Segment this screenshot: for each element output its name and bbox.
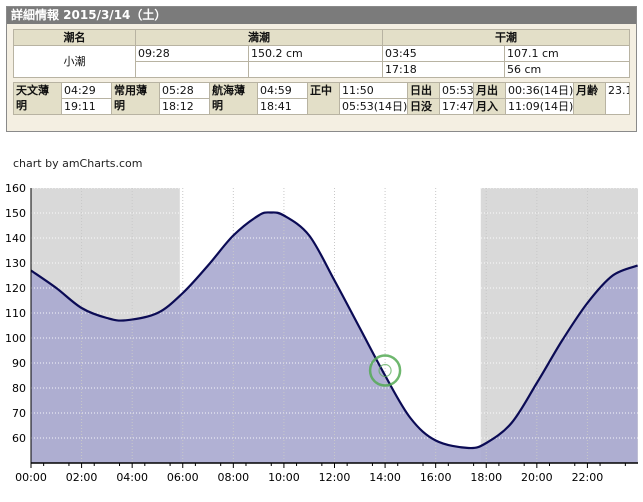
tide-header-row: 潮名 満潮 干潮 — [13, 29, 630, 46]
low-tide-time-2: 17:18 — [382, 61, 505, 78]
y-tick-label-90: 90 — [12, 357, 26, 370]
sunrise-value: 05:53 — [439, 82, 474, 99]
moonset-value: 11:09(14日) — [505, 98, 574, 115]
sunrise-label: 日出 — [407, 82, 440, 99]
civil-twilight-pm: 18:12 — [159, 98, 210, 115]
low-tide-header: 干潮 — [382, 29, 630, 46]
nautical-twilight-am: 04:59 — [257, 82, 308, 99]
moon-age-value: 23.1 — [605, 82, 630, 115]
low-tide-level-2: 56 cm — [504, 61, 630, 78]
sun-moon-table: 天文薄明 04:29 常用薄明 05:28 航海薄明 04:59 正中 11:5… — [13, 82, 630, 115]
x-tick-label-9: 18:00 — [470, 471, 502, 484]
civil-twilight-am: 05:28 — [159, 82, 210, 99]
high-tide-level-2 — [248, 61, 383, 78]
sunset-label: 日没 — [407, 98, 440, 115]
moonrise-label: 月出 — [473, 82, 506, 99]
y-tick-label-130: 130 — [5, 257, 26, 270]
astronomical-twilight-am: 04:29 — [61, 82, 112, 99]
x-tick-label-5: 10:00 — [268, 471, 300, 484]
y-tick-label-120: 120 — [5, 282, 26, 295]
x-tick-label-2: 04:00 — [116, 471, 148, 484]
x-tick-label-6: 12:00 — [319, 471, 351, 484]
y-tick-label-100: 100 — [5, 332, 26, 345]
tide-row-1: 小潮 09:28 150.2 cm 03:45 107.1 cm — [13, 45, 630, 78]
tide-chart: chart by amCharts.com 60 70 80 90 100 110 120 1… — [0, 148, 643, 502]
x-tick-label-11: 22:00 — [572, 471, 604, 484]
y-tick-label-160: 160 — [5, 182, 26, 195]
x-tick-label-10: 20:00 — [521, 471, 553, 484]
x-tick-label-4: 08:00 — [217, 471, 249, 484]
low-tide-level-1: 107.1 cm — [504, 45, 630, 62]
moonrise-value: 00:36(14日) — [505, 82, 574, 99]
y-tick-label-110: 110 — [5, 307, 26, 320]
tide-table: 潮名 満潮 干潮 小潮 09:28 150.2 cm 03:45 107.1 c… — [13, 29, 630, 78]
x-tick-label-3: 06:00 — [167, 471, 199, 484]
tide-chart-svg[interactable]: 60 70 80 90 100 110 120 130 140 150 160 00:00 02:00 0… — [0, 148, 643, 502]
y-tick-label-70: 70 — [12, 407, 26, 420]
moonset-label: 月入 — [473, 98, 506, 115]
astronomical-twilight-label: 天文薄明 — [13, 82, 62, 115]
sun-row-1: 天文薄明 04:29 常用薄明 05:28 航海薄明 04:59 正中 11:5… — [13, 82, 630, 115]
sun-transit-value: 11:50 — [339, 82, 408, 99]
x-tick-label-0: 00:00 — [15, 471, 47, 484]
moon-transit-value: 05:53(14日) — [339, 98, 408, 115]
y-tick-label-150: 150 — [5, 207, 26, 220]
panel-title: 詳細情報 2015/3/14（土） — [7, 7, 636, 24]
civil-twilight-label: 常用薄明 — [111, 82, 160, 115]
low-tide-time-1: 03:45 — [382, 45, 505, 62]
tide-name-value: 小潮 — [13, 45, 136, 78]
y-tick-label-80: 80 — [12, 382, 26, 395]
transit-label: 正中 — [307, 82, 340, 115]
y-tick-label-60: 60 — [12, 432, 26, 445]
nautical-twilight-label: 航海薄明 — [209, 82, 258, 115]
high-tide-header: 満潮 — [135, 29, 383, 46]
detail-panel: 詳細情報 2015/3/14（土） 潮名 満潮 干潮 小潮 09:28 150.… — [6, 6, 637, 132]
high-tide-level-1: 150.2 cm — [248, 45, 383, 62]
sunset-value: 17:47 — [439, 98, 474, 115]
moon-age-label: 月齢 — [573, 82, 606, 115]
nautical-twilight-pm: 18:41 — [257, 98, 308, 115]
high-tide-time-1: 09:28 — [135, 45, 249, 62]
astronomical-twilight-pm: 19:11 — [61, 98, 112, 115]
tide-name-header: 潮名 — [13, 29, 136, 46]
high-tide-time-2 — [135, 61, 249, 78]
x-tick-label-1: 02:00 — [66, 471, 98, 484]
x-tick-label-7: 14:00 — [369, 471, 401, 484]
panel-body: 潮名 満潮 干潮 小潮 09:28 150.2 cm 03:45 107.1 c… — [13, 29, 631, 126]
x-tick-label-8: 16:00 — [420, 471, 452, 484]
y-tick-label-140: 140 — [5, 232, 26, 245]
